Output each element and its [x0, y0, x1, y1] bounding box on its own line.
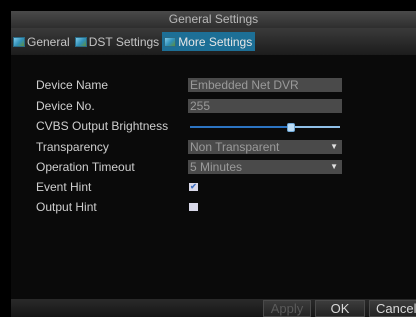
settings-form: Device Name Embedded Net DVR Device No. … — [11, 55, 416, 299]
tab-more-settings[interactable]: More Settings — [162, 32, 256, 51]
tab-more-settings-label: More Settings — [178, 34, 253, 49]
event-hint-row: Event Hint ✔ — [36, 179, 406, 195]
chevron-down-icon: ▼ — [330, 162, 338, 171]
tab-general-label: General — [27, 34, 70, 49]
output-hint-label: Output Hint — [36, 200, 97, 214]
event-hint-label: Event Hint — [36, 180, 92, 194]
device-name-value: Embedded Net DVR — [190, 78, 299, 92]
cvbs-brightness-label: CVBS Output Brightness — [36, 119, 169, 133]
slider-handle[interactable] — [286, 123, 295, 132]
chevron-down-icon: ▼ — [330, 142, 338, 151]
apply-button[interactable]: Apply — [263, 300, 311, 317]
device-no-label: Device No. — [36, 99, 95, 113]
cvbs-brightness-slider[interactable] — [188, 119, 342, 133]
device-no-row: Device No. 255 — [36, 98, 406, 114]
tab-dst-settings[interactable]: DST Settings — [73, 32, 162, 51]
device-no-value: 255 — [190, 99, 211, 113]
settings-tab-icon — [164, 36, 177, 47]
tab-dst-settings-label: DST Settings — [88, 34, 160, 49]
event-hint-checkbox[interactable]: ✔ — [189, 183, 198, 191]
tab-bar: General DST Settings More Settings — [11, 28, 416, 55]
ok-button[interactable]: OK — [315, 300, 365, 317]
transparency-dropdown[interactable]: Non Transparent ▼ — [188, 140, 342, 154]
cancel-button[interactable]: Cancel — [369, 300, 416, 317]
operation-timeout-value: 5 Minutes — [190, 160, 243, 174]
dialog-title: General Settings — [11, 11, 416, 28]
operation-timeout-label: Operation Timeout — [36, 160, 135, 174]
operation-timeout-row: Operation Timeout 5 Minutes ▼ — [36, 159, 406, 175]
operation-timeout-dropdown[interactable]: 5 Minutes ▼ — [188, 160, 342, 174]
settings-tab-icon — [74, 36, 87, 47]
transparency-row: Transparency Non Transparent ▼ — [36, 139, 406, 155]
device-name-row: Device Name Embedded Net DVR — [36, 77, 406, 93]
device-no-input[interactable]: 255 — [188, 99, 342, 113]
tab-general[interactable]: General — [11, 32, 73, 51]
output-hint-row: Output Hint — [36, 199, 406, 215]
transparency-value: Non Transparent — [190, 140, 280, 154]
transparency-label: Transparency — [36, 140, 109, 154]
device-name-label: Device Name — [36, 78, 109, 92]
settings-tab-icon — [13, 36, 25, 47]
cvbs-brightness-row: CVBS Output Brightness — [36, 118, 406, 134]
button-bar: Apply OK Cancel — [11, 299, 416, 317]
output-hint-checkbox[interactable] — [189, 203, 198, 211]
device-name-input[interactable]: Embedded Net DVR — [188, 78, 342, 92]
slider-fill — [190, 126, 291, 128]
general-settings-dialog: General Settings General DST Settings Mo… — [11, 11, 416, 317]
